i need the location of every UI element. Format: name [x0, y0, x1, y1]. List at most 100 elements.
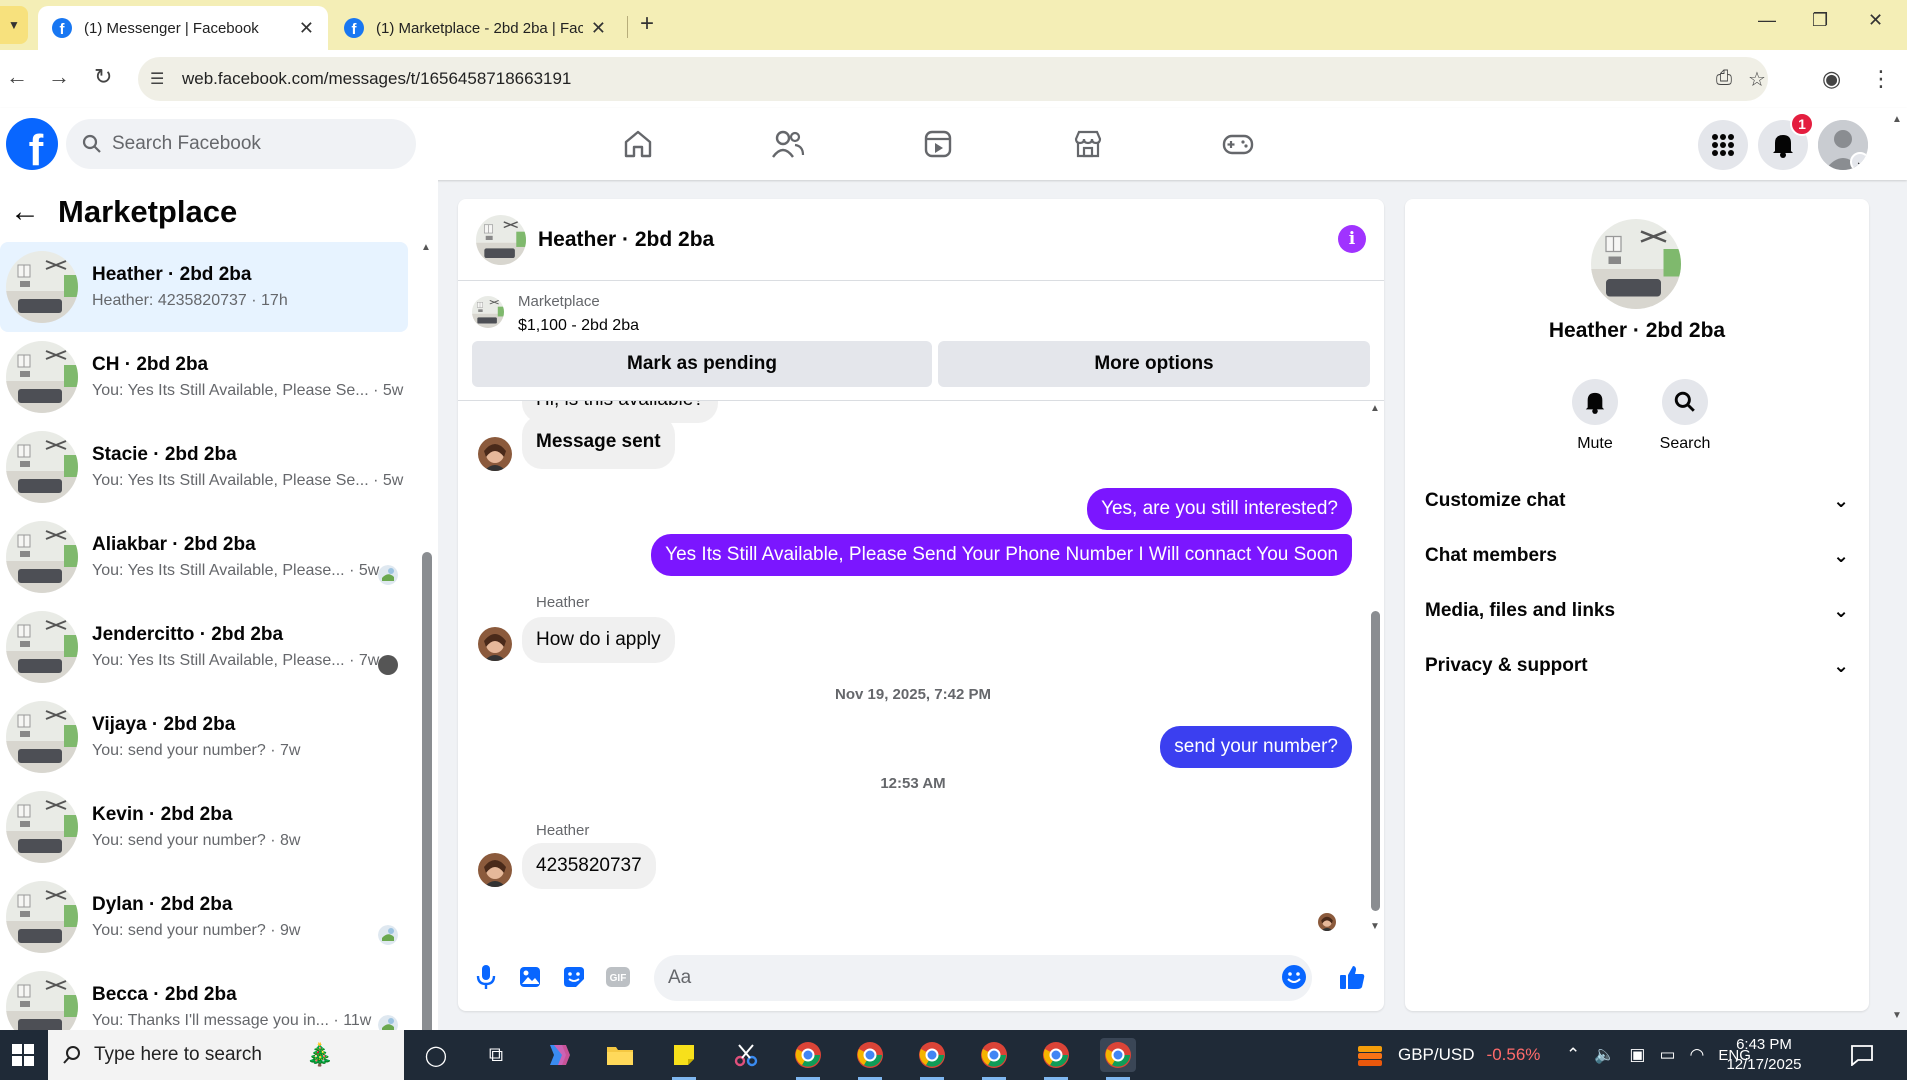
conversation-item[interactable]: Becca · 2bd 2ba You: Thanks I'll message … [0, 962, 408, 1030]
chat-avatar[interactable] [476, 215, 526, 265]
bookmark-star-icon[interactable]: ☆ [1748, 67, 1766, 92]
search-in-conversation-button[interactable]: Search [1645, 379, 1725, 453]
facebook-search-box[interactable] [66, 119, 416, 169]
message-bubble-outgoing[interactable]: Yes, are you still interested? [1087, 488, 1352, 530]
restore-icon[interactable]: ❐ [1812, 10, 1828, 31]
taskbar-search[interactable]: 🎄 [48, 1030, 404, 1080]
chrome-profile-icon[interactable] [914, 1038, 950, 1080]
emoji-icon[interactable] [1280, 963, 1308, 991]
back-arrow-icon[interactable]: ← [10, 195, 40, 229]
facebook-search-input[interactable] [112, 133, 392, 155]
conversation-item[interactable]: Stacie · 2bd 2ba You: Yes Its Still Avail… [0, 422, 408, 512]
install-app-icon[interactable]: ⎙ [1716, 67, 1732, 90]
message-bubble-outgoing[interactable]: send your number? [1160, 726, 1352, 768]
sender-avatar[interactable] [478, 853, 512, 887]
conversation-item[interactable]: Aliakbar · 2bd 2ba You: Yes Its Still Ava… [0, 512, 408, 602]
friends-icon[interactable] [768, 126, 808, 162]
new-tab-button[interactable]: + [640, 10, 654, 38]
wifi-icon[interactable]: ◠ [1690, 1045, 1705, 1065]
browser-menu-icon[interactable]: ⋮ [1870, 66, 1892, 92]
battery-icon[interactable]: ▭ [1659, 1045, 1675, 1065]
taskbar-search-input[interactable] [94, 1044, 314, 1066]
chat-title[interactable]: Heather · 2bd 2ba [538, 228, 714, 252]
scroll-up-icon[interactable]: ▲ [421, 242, 431, 253]
mark-as-pending-button[interactable]: Mark as pending [472, 341, 932, 387]
volume-icon[interactable]: 🔈 [1594, 1045, 1615, 1065]
tab-marketplace[interactable]: f (1) Marketplace - 2bd 2ba | Facebook ✕ [330, 6, 620, 50]
microphone-icon[interactable] [472, 963, 500, 991]
tab-search-button[interactable]: ▼ [0, 6, 28, 44]
page-scroll-up-icon[interactable]: ▲ [1892, 114, 1902, 125]
message-bubble-incoming[interactable]: 4235820737 [522, 843, 656, 889]
scroll-up-icon[interactable]: ▲ [1370, 403, 1380, 414]
page-scroll-down-icon[interactable]: ▼ [1892, 1010, 1902, 1021]
windows-start-button[interactable] [0, 1030, 46, 1080]
sticky-notes-icon[interactable] [666, 1038, 702, 1080]
stock-ticker-widget[interactable]: GBP/USD -0.56% [1356, 1030, 1540, 1080]
listing-title[interactable]: $1,100 - 2bd 2ba [518, 317, 639, 335]
conversation-item[interactable]: Dylan · 2bd 2ba You: send your number? · … [0, 872, 408, 962]
address-bar[interactable]: ☰ web.facebook.com/messages/t/1656458718… [138, 57, 1768, 101]
sender-avatar[interactable] [478, 437, 512, 471]
like-thumbs-up-icon[interactable] [1338, 963, 1366, 991]
file-explorer-icon[interactable] [602, 1038, 638, 1072]
menu-grid-button[interactable] [1698, 120, 1748, 170]
conversation-item[interactable]: Kevin · 2bd 2ba You: send your number? · … [0, 782, 408, 872]
clock[interactable]: 6:43 PM 12/17/2025 [1724, 1035, 1804, 1075]
chrome-profile-icon-active[interactable] [1100, 1038, 1136, 1080]
chevron-up-icon[interactable]: ⌃ [1566, 1045, 1580, 1065]
gaming-icon[interactable] [1218, 126, 1258, 162]
home-icon[interactable] [618, 126, 658, 162]
close-window-icon[interactable]: ✕ [1868, 10, 1883, 31]
tab-messenger[interactable]: f (1) Messenger | Facebook ✕ [38, 6, 328, 50]
facebook-logo-icon[interactable]: f [6, 118, 58, 170]
copilot-icon[interactable] [540, 1038, 576, 1072]
info-icon[interactable]: i [1338, 225, 1366, 253]
listing-thumbnail[interactable] [472, 296, 504, 328]
chat-scrollbar[interactable]: ▲ ▼ [1368, 401, 1382, 941]
message-bubble-outgoing[interactable]: Yes Its Still Available, Please Send You… [651, 534, 1352, 576]
message-input[interactable] [654, 955, 1312, 1001]
conversation-item[interactable]: Jendercitto · 2bd 2ba You: Yes Its Still … [0, 602, 408, 692]
more-options-button[interactable]: More options [938, 341, 1370, 387]
chrome-profile-icon[interactable] [976, 1038, 1012, 1080]
mute-button[interactable]: Mute [1555, 379, 1635, 453]
sender-avatar[interactable] [478, 627, 512, 661]
gif-icon[interactable]: GIF [604, 963, 632, 991]
scrollbar-thumb[interactable] [422, 552, 432, 1057]
close-tab-icon[interactable]: ✕ [591, 18, 606, 39]
chrome-profile-icon[interactable] [852, 1038, 888, 1080]
photo-icon[interactable] [516, 963, 544, 991]
media-files-links-section[interactable]: Media, files and links ⌄ [1425, 591, 1849, 631]
back-arrow-icon[interactable]: ← [6, 64, 28, 90]
privacy-support-section[interactable]: Privacy & support ⌄ [1425, 646, 1849, 686]
conversation-item[interactable]: Heather · 2bd 2ba Heather: 4235820737 · 1… [0, 242, 408, 332]
video-icon[interactable] [918, 126, 958, 162]
chrome-profile-icon[interactable] [1038, 1038, 1074, 1080]
forward-arrow-icon[interactable]: → [48, 64, 70, 90]
reload-icon[interactable]: ↻ [94, 64, 112, 90]
marketplace-icon[interactable] [1068, 126, 1108, 162]
site-info-icon[interactable]: ☰ [150, 69, 164, 89]
notification-center-icon[interactable] [1850, 1030, 1874, 1080]
contact-avatar[interactable] [1591, 219, 1681, 309]
snipping-tool-icon[interactable] [728, 1038, 764, 1072]
task-view-cortana-icon[interactable]: ◯ [418, 1038, 454, 1072]
message-bubble-incoming[interactable]: Message sent [522, 415, 675, 469]
conversation-item[interactable]: Vijaya · 2bd 2ba You: send your number? ·… [0, 692, 408, 782]
minimize-icon[interactable]: — [1758, 10, 1776, 31]
chat-members-section[interactable]: Chat members ⌄ [1425, 536, 1849, 576]
close-tab-icon[interactable]: ✕ [299, 18, 314, 39]
chrome-icon[interactable] [790, 1038, 826, 1080]
sticker-icon[interactable] [560, 963, 588, 991]
meet-now-icon[interactable]: ▣ [1629, 1045, 1645, 1065]
message-bubble-incoming[interactable]: How do i apply [522, 617, 675, 663]
scrollbar-thumb[interactable] [1371, 611, 1380, 911]
browser-profile-icon[interactable]: ◉ [1822, 66, 1841, 92]
scroll-down-icon[interactable]: ▼ [1370, 921, 1380, 932]
customize-chat-section[interactable]: Customize chat ⌄ [1425, 481, 1849, 521]
task-view-icon[interactable]: ⧉ [478, 1038, 514, 1072]
conversation-item[interactable]: CH · 2bd 2ba You: Yes Its Still Available… [0, 332, 408, 422]
account-avatar[interactable]: ⌄ [1818, 120, 1868, 170]
sidebar-scrollbar[interactable]: ▲ ▼ [420, 242, 434, 1080]
